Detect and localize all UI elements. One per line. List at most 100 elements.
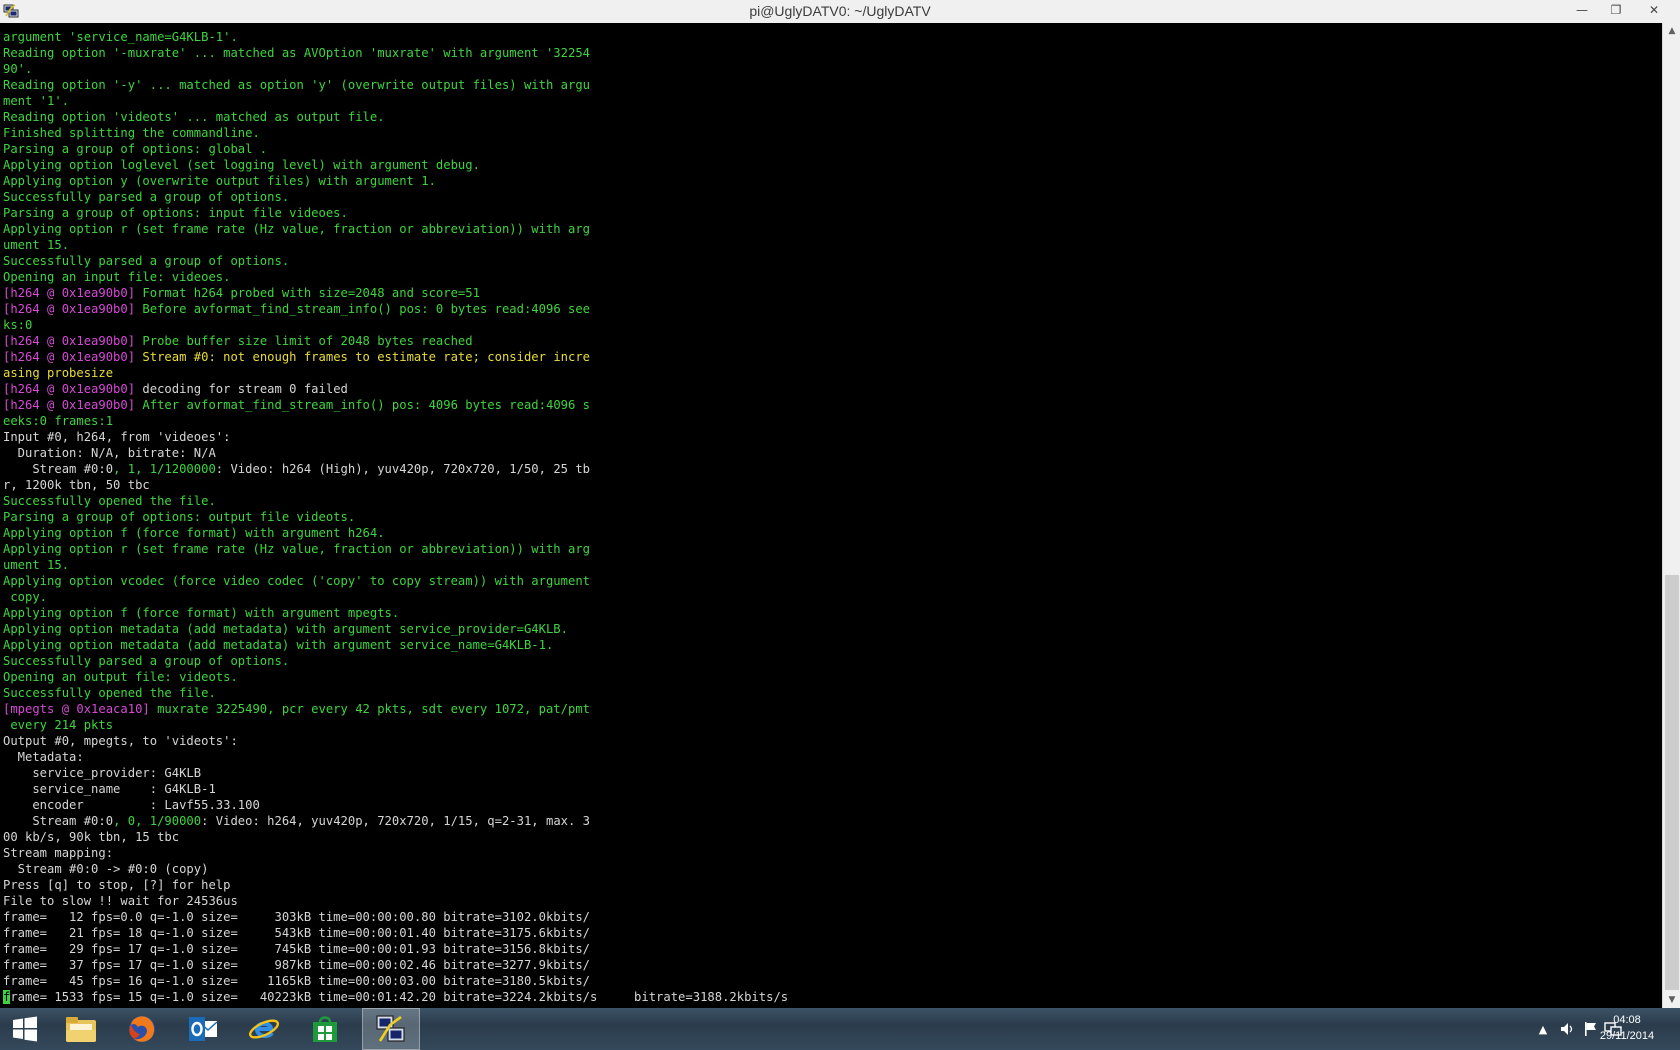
terminal-line: Input #0, h264, from 'videoes': (3, 429, 788, 445)
terminal-line: [h264 @ 0x1ea90b0] decoding for stream 0… (3, 381, 788, 397)
taskbar-clock[interactable]: 04:08 29/11/2014 (1592, 1012, 1662, 1044)
volume-icon[interactable] (1558, 1020, 1576, 1038)
terminal-text: Reading option 'videots' ... matched as … (3, 110, 385, 124)
store-icon (313, 1016, 337, 1042)
terminal-line: Output #0, mpegts, to 'videots': (3, 733, 788, 749)
terminal-line: Stream #0:0, 0, 1/90000: Video: h264, yu… (3, 813, 788, 829)
terminal-output[interactable]: argument 'service_name=G4KLB-1'. Reading … (0, 23, 1662, 1008)
terminal-text: Reading option '-muxrate' ... matched as… (3, 46, 590, 60)
terminal-text: every 214 pkts (3, 718, 114, 732)
terminal-text: Applying option f (force format) with ar… (3, 526, 385, 540)
terminal-line: [h264 @ 0x1ea90b0] After avformat_find_s… (3, 397, 788, 413)
terminal-line: Duration: N/A, bitrate: N/A (3, 445, 788, 461)
show-hidden-icons-chevron-icon[interactable]: ▲ (1534, 1020, 1552, 1038)
terminal-text: Applying option y (overwrite output file… (3, 174, 436, 188)
terminal-line: [mpegts @ 0x1eaca10] muxrate 3225490, pc… (3, 701, 788, 717)
terminal-text: Stream #0:0 (3, 814, 114, 828)
terminal-text: Stream #0: not enough frames to estimate… (135, 350, 591, 364)
start-button[interactable] (0, 1008, 50, 1050)
terminal-text: copy. (3, 590, 48, 604)
terminal-text: asing probesize (3, 366, 114, 380)
terminal-text: Applying option r (set frame rate (Hz va… (3, 542, 590, 556)
terminal-line: Applying option vcodec (force video code… (3, 573, 788, 589)
taskbar-file-explorer[interactable] (52, 1008, 110, 1050)
system-tray: ▲ 04:08 29/11/2014 (1420, 1008, 1680, 1050)
terminal-line: Applying option y (overwrite output file… (3, 173, 788, 189)
terminal-text: Successfully opened the file. (3, 494, 216, 508)
taskbar-internet-explorer[interactable] (235, 1008, 293, 1050)
file-explorer-icon (66, 1017, 96, 1042)
start-icon (13, 1016, 37, 1042)
terminal-line: [h264 @ 0x1ea90b0] Before avformat_find_… (3, 301, 788, 317)
taskbar-store[interactable] (296, 1008, 354, 1050)
terminal-text: frame= 29 fps= 17 q=-1.0 size= 745kB tim… (3, 942, 590, 956)
terminal-text: [h264 @ 0x1ea90b0] (3, 302, 136, 316)
terminal-line: Successfully parsed a group of options. (3, 189, 788, 205)
title-bar: pi@UglyDATV0: ~/UglyDATV — ❐ ✕ (0, 0, 1680, 24)
terminal-text: [mpegts @ 0x1eaca10] (3, 702, 150, 716)
terminal-text: frame= 37 fps= 17 q=-1.0 size= 987kB tim… (3, 958, 590, 972)
terminal-text: Reading option '-y' ... matched as optio… (3, 78, 590, 92)
terminal-line: frame= 29 fps= 17 q=-1.0 size= 745kB tim… (3, 941, 788, 957)
terminal-line: Opening an input file: videoes. (3, 269, 788, 285)
terminal-text: Parsing a group of options: input file v… (3, 206, 348, 220)
terminal-text: argument 'service_name=G4KLB-1'. (3, 30, 238, 44)
terminal-line: Applying option r (set frame rate (Hz va… (3, 541, 788, 557)
terminal-lines: argument 'service_name=G4KLB-1'. Reading … (3, 29, 788, 1005)
terminal-line: Applying option f (force format) with ar… (3, 605, 788, 621)
outlook-icon (189, 1017, 218, 1041)
terminal-text: r, 1200k tbn, 50 tbc (3, 478, 150, 492)
terminal-line: 00 kb/s, 90k tbn, 15 tbc (3, 829, 788, 845)
scroll-down-arrow-icon[interactable]: ▼ (1663, 992, 1680, 1008)
terminal-text: Applying option metadata (add metadata) … (3, 638, 554, 652)
terminal-text: [h264 @ 0x1ea90b0] (3, 286, 136, 300)
taskbar-outlook[interactable] (174, 1008, 232, 1050)
clock-time: 04:08 (1613, 1014, 1641, 1026)
terminal-text: Successfully parsed a group of options. (3, 254, 290, 268)
scrollbar-thumb[interactable] (1665, 575, 1679, 990)
terminal-text: Format h264 probed with size=2048 and sc… (135, 286, 480, 300)
terminal-text: Finished splitting the commandline. (3, 126, 260, 140)
vertical-scrollbar[interactable]: ▲ ▼ (1662, 23, 1680, 1008)
internet-explorer-icon (248, 1019, 280, 1039)
taskbar-firefox[interactable] (113, 1008, 171, 1050)
minimize-button[interactable]: — (1566, 0, 1598, 22)
terminal-line: Successfully parsed a group of options. (3, 253, 788, 269)
terminal-text: Successfully parsed a group of options. (3, 654, 290, 668)
terminal-text: Press [q] to stop, [?] for help (3, 878, 231, 892)
terminal-text: [h264 @ 0x1ea90b0] (3, 350, 136, 364)
terminal-line: Reading option '-y' ... matched as optio… (3, 77, 788, 93)
terminal-text: Successfully parsed a group of options. (3, 190, 290, 204)
terminal-line: 90'. (3, 61, 788, 77)
terminal-text: decoding for stream 0 failed (135, 382, 348, 396)
terminal-line: Stream #0:0, 1, 1/1200000: Video: h264 (… (3, 461, 788, 477)
putty-icon (376, 1015, 405, 1042)
scroll-up-arrow-icon[interactable]: ▲ (1663, 23, 1680, 39)
terminal-text: muxrate 3225490, pcr every 42 pkts, sdt … (149, 702, 590, 716)
terminal-line: argument 'service_name=G4KLB-1'. (3, 29, 788, 45)
terminal-line: Applying option loglevel (set logging le… (3, 157, 788, 173)
terminal-text: Metadata: (3, 750, 84, 764)
terminal-text: Applying option r (set frame rate (Hz va… (3, 222, 590, 236)
terminal-text: Stream mapping: (3, 846, 114, 860)
terminal-text: Stream #0:0 (3, 462, 114, 476)
terminal-line: frame= 1533 fps= 15 q=-1.0 size= 40223kB… (3, 989, 788, 1005)
terminal-text: , 0, 1/90000 (113, 814, 202, 828)
terminal-line: Applying option f (force format) with ar… (3, 525, 788, 541)
terminal-line: encoder : Lavf55.33.100 (3, 797, 788, 813)
terminal-line: frame= 21 fps= 18 q=-1.0 size= 543kB tim… (3, 925, 788, 941)
terminal-text: Applying option metadata (add metadata) … (3, 622, 568, 636)
terminal-text: frame= 45 fps= 16 q=-1.0 size= 1165kB ti… (3, 974, 590, 988)
restore-button[interactable]: ❐ (1600, 0, 1632, 22)
terminal-text: ument 15. (3, 238, 70, 252)
terminal-text: , 1, 1/1200000 (113, 462, 216, 476)
taskbar-putty[interactable] (362, 1008, 420, 1050)
terminal-text: rame= 1533 fps= 15 q=-1.0 size= 40223kB … (10, 990, 789, 1004)
window-title: pi@UglyDATV0: ~/UglyDATV (749, 3, 931, 19)
terminal-text: : Video: h264, yuv420p, 720x720, 1/15, q… (201, 814, 591, 828)
terminal-text: encoder : Lavf55.33.100 (3, 798, 260, 812)
close-button[interactable]: ✕ (1636, 0, 1672, 22)
terminal-text: [h264 @ 0x1ea90b0] (3, 334, 136, 348)
terminal-line: Applying option metadata (add metadata) … (3, 637, 788, 653)
terminal-text: 00 kb/s, 90k tbn, 15 tbc (3, 830, 180, 844)
